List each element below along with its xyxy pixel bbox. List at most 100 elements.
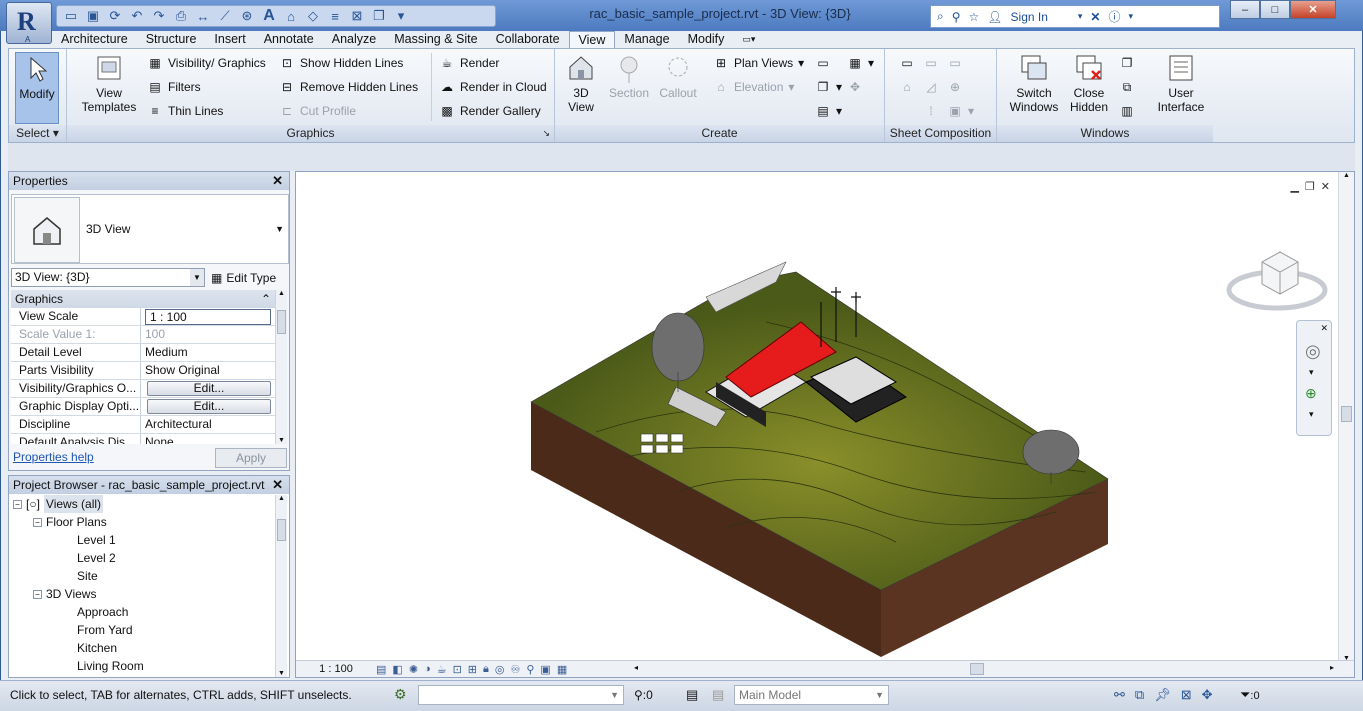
tree-node-3d-views[interactable]: −3D Views xyxy=(9,585,275,603)
view-scale-input[interactable]: 1 : 100 xyxy=(145,309,271,325)
browser-scrollbar[interactable]: ▲ ▼ xyxy=(275,495,287,677)
subscription-icon[interactable]: ⚲ xyxy=(952,10,961,24)
lock-view-icon[interactable]: 🔒︎ xyxy=(483,663,489,676)
3d-viewport[interactable]: ▁ ❐ ✕ ✕ ◎ ▾ ⊕ ▾ ▲ ▼ 1 : 100 ▤ ◧ ✺ ◑ ☕︎ ⊡… xyxy=(295,171,1355,678)
apply-button[interactable]: Apply xyxy=(215,448,287,468)
favorites-icon[interactable]: ☆ xyxy=(969,10,980,24)
reveal-hidden-icon[interactable]: ♾ xyxy=(510,663,520,676)
exchange-icon[interactable]: ✕ xyxy=(1090,10,1100,24)
tab-view[interactable]: View xyxy=(568,31,616,49)
tab-annotate[interactable]: Annotate xyxy=(255,31,323,49)
select-links-icon[interactable]: ⚯ xyxy=(1114,687,1125,703)
sync-icon[interactable]: ⟳ xyxy=(107,8,123,24)
open-icon[interactable]: ▭ xyxy=(63,8,79,24)
viewport-vertical-scrollbar[interactable]: ▲ ▼ xyxy=(1338,172,1354,662)
switch-windows-icon[interactable]: ❐ xyxy=(371,8,387,24)
measure-icon[interactable]: ↔ xyxy=(195,8,211,24)
tree-node-floor-plans[interactable]: − Floor Plans xyxy=(9,513,275,531)
maximize-button[interactable]: □ xyxy=(1260,0,1290,19)
viewports-button[interactable]: ▣ ▾ xyxy=(947,102,974,120)
render-button[interactable]: ☕︎ Render xyxy=(439,54,500,72)
prop-row-default-analysis[interactable]: Default Analysis Dis... None xyxy=(11,434,277,444)
drafting-view-button[interactable]: ▭ xyxy=(815,54,831,72)
view-scale-indicator[interactable]: 1 : 100 xyxy=(296,663,376,675)
thin-lines-icon[interactable]: ≡ xyxy=(327,8,343,24)
place-view-button[interactable]: ⌂ xyxy=(899,78,915,96)
select-panel-title[interactable]: Select ▾ xyxy=(9,125,66,142)
render-gallery-button[interactable]: ▩ Render Gallery xyxy=(439,102,540,120)
section-icon[interactable]: ◇ xyxy=(305,8,321,24)
close-browser-icon[interactable]: ✕ xyxy=(272,476,283,494)
user-icon[interactable]: 👤︎ xyxy=(987,10,1002,24)
tab-modify[interactable]: Modify xyxy=(679,31,734,49)
tree-node-kitchen[interactable]: Kitchen xyxy=(9,639,275,657)
shadows-icon[interactable]: ◑ xyxy=(424,663,431,676)
help-icon[interactable]: ⓘ xyxy=(1108,8,1120,25)
prop-row-parts-visibility[interactable]: Parts Visibility Show Original xyxy=(11,362,277,380)
temporary-properties-icon[interactable]: ▣ xyxy=(540,663,550,676)
redo-icon[interactable]: ↷ xyxy=(151,8,167,24)
undo-icon[interactable]: ↶ xyxy=(129,8,145,24)
remove-hidden-lines-button[interactable]: ⊟ Remove Hidden Lines xyxy=(279,78,418,96)
ribbon-minimize-toggle-icon[interactable]: ▭▾ xyxy=(733,31,764,49)
prop-row-visibility-graphics[interactable]: Visibility/Graphics O... Edit... xyxy=(11,380,277,398)
section-button[interactable]: Section xyxy=(607,52,651,100)
plan-views-button[interactable]: ⊞ Plan Views ▾ xyxy=(713,54,804,72)
tree-node-level-1[interactable]: Level 1 xyxy=(9,531,275,549)
3d-view-button[interactable]: 3D View xyxy=(561,52,601,114)
exclude-options-icon[interactable]: ▤ xyxy=(712,687,724,703)
matchline-button[interactable]: ◿ xyxy=(923,78,939,96)
binoculars-icon[interactable]: ⌕ xyxy=(937,9,944,24)
temporary-hide-icon[interactable]: ◎ xyxy=(495,663,505,676)
signin-dropdown-icon[interactable]: ▾ xyxy=(1078,11,1083,22)
steering-dropdown-icon[interactable]: ▾ xyxy=(1309,367,1314,378)
sign-in-link[interactable]: Sign In xyxy=(1011,10,1048,24)
tree-node-living-room[interactable]: Living Room xyxy=(9,657,275,675)
type-selector[interactable]: 3D View ▼ xyxy=(11,194,289,264)
model-render[interactable] xyxy=(296,172,1336,662)
crop-view-icon[interactable]: ⊡ xyxy=(453,663,462,676)
customize-qat-icon[interactable]: ▾ xyxy=(393,8,409,24)
filters-button[interactable]: ▤ Filters xyxy=(147,78,200,96)
prop-row-detail-level[interactable]: Detail Level Medium xyxy=(11,344,277,362)
save-icon[interactable]: ▣ xyxy=(85,8,101,24)
navbar-close-icon[interactable]: ✕ xyxy=(1320,323,1328,334)
properties-scrollbar[interactable]: ▲ ▼ xyxy=(275,290,287,444)
select-by-face-icon[interactable]: ⊠ xyxy=(1181,687,1192,703)
prop-row-discipline[interactable]: Discipline Architectural xyxy=(11,416,277,434)
graphics-panel-title[interactable]: Graphics ↘ xyxy=(67,125,554,142)
replicate-button[interactable]: ❐ xyxy=(1119,54,1135,72)
tag-icon[interactable]: ⊛ xyxy=(239,8,255,24)
cascade-button[interactable]: ⧉ xyxy=(1119,78,1135,96)
zoom-dropdown-icon[interactable]: ▾ xyxy=(1309,409,1314,420)
crop-region-icon[interactable]: ⊞ xyxy=(468,663,477,676)
analytical-model-icon[interactable]: ▦ xyxy=(557,663,567,676)
close-button[interactable]: ✕ xyxy=(1290,0,1336,19)
close-hidden-icon[interactable]: ⊠ xyxy=(349,8,365,24)
modify-button[interactable]: Modify xyxy=(15,52,59,124)
worksets-icon[interactable]: ⚙ xyxy=(394,686,407,703)
visibility-edit-button[interactable]: Edit... xyxy=(147,381,271,396)
design-options-icon[interactable]: ▤ xyxy=(686,687,698,703)
default-3d-view-icon[interactable]: ⌂ xyxy=(283,8,299,24)
viewport-minimize-icon[interactable]: ▁ xyxy=(1290,180,1298,193)
steering-wheel-icon[interactable]: ◎ xyxy=(1305,341,1321,362)
dimension-icon[interactable]: ⟋ xyxy=(217,8,233,24)
help-dropdown-icon[interactable]: ▾ xyxy=(1129,11,1134,22)
prop-row-view-scale[interactable]: View Scale 1 : 100 xyxy=(11,308,277,326)
editable-only-icon[interactable]: ⚲:0 xyxy=(634,688,653,702)
user-interface-button[interactable]: User Interface xyxy=(1153,52,1209,114)
type-dropdown-icon[interactable]: ▼ xyxy=(275,224,284,234)
tab-massing-site[interactable]: Massing & Site xyxy=(385,31,486,49)
edit-type-button[interactable]: ▦ Edit Type xyxy=(211,268,276,287)
close-hidden-button[interactable]: Close Hidden xyxy=(1065,52,1113,114)
tree-node-views-all[interactable]: − [○] Views (all) xyxy=(9,495,275,513)
detail-level-icon[interactable]: ▤ xyxy=(376,663,386,676)
tree-node-level-2[interactable]: Level 2 xyxy=(9,549,275,567)
tree-node-approach[interactable]: Approach xyxy=(9,603,275,621)
select-underlay-icon[interactable]: ⧉ xyxy=(1135,687,1144,703)
viewport-horizontal-scrollbar[interactable]: ◂ ▸ xyxy=(634,663,1334,675)
workset-dropdown[interactable]: ▼ xyxy=(418,685,624,705)
guide-grid-button[interactable]: ⁞ xyxy=(923,102,939,120)
select-pinned-icon[interactable]: 📌︎ xyxy=(1154,687,1171,703)
